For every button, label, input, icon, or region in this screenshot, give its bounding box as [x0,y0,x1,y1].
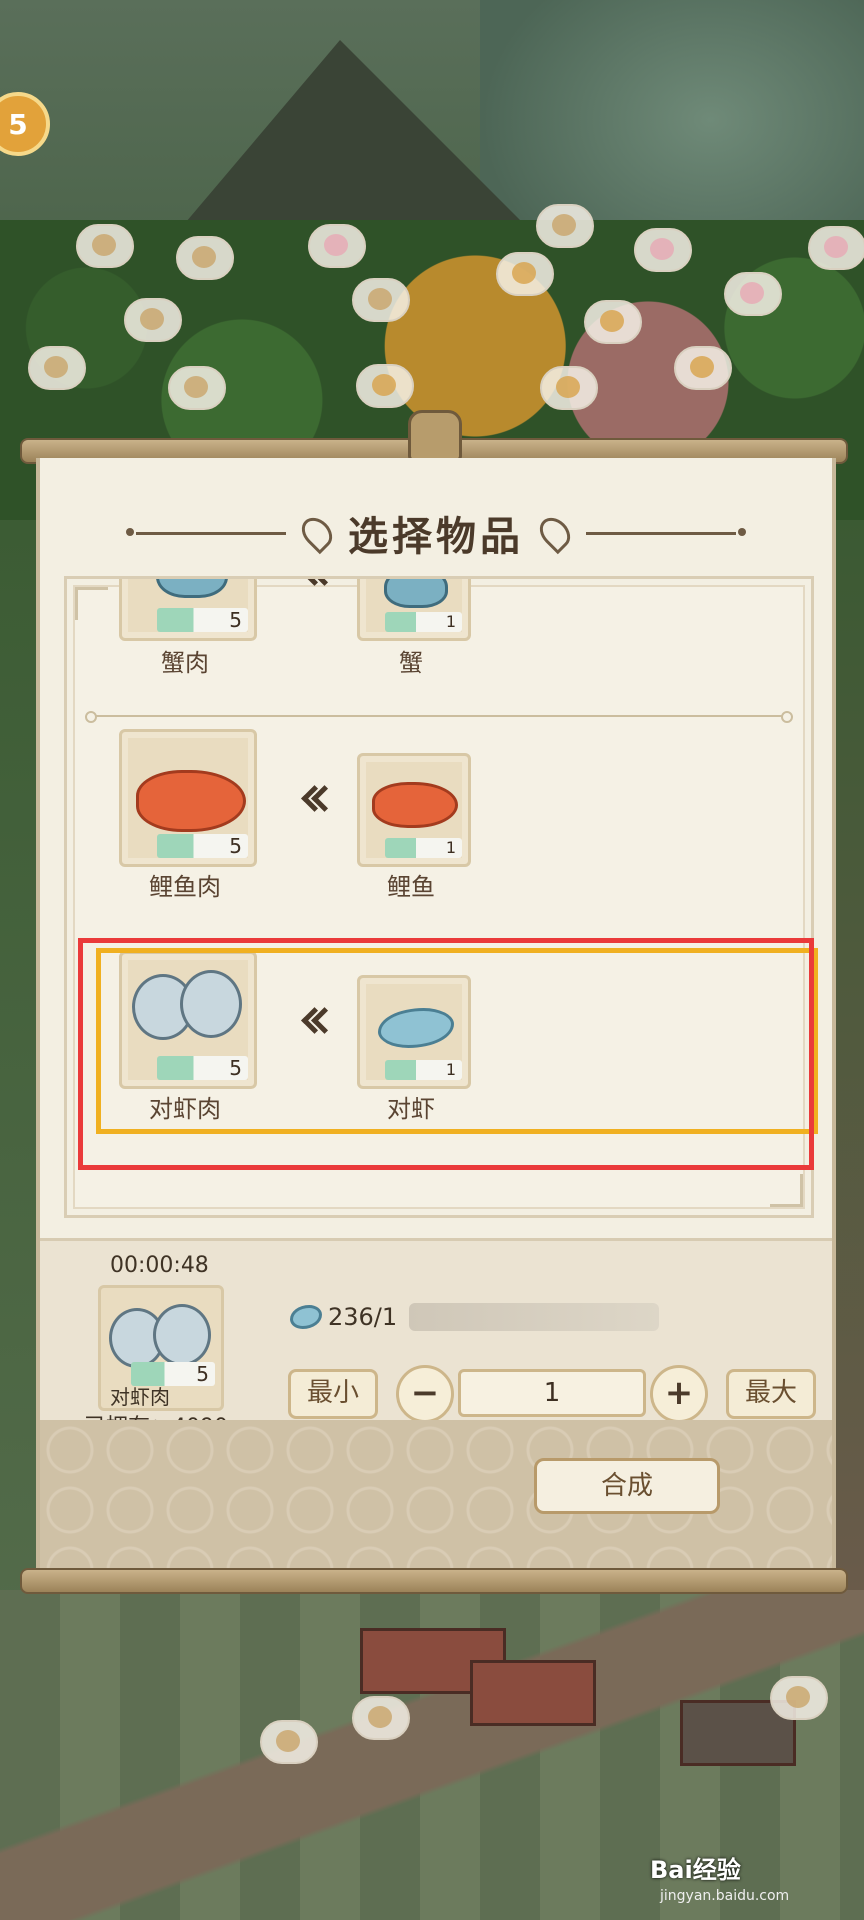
source-qty: 1 [385,612,462,632]
arrow-left-icon [299,783,327,811]
resource-bubble[interactable] [352,1696,410,1740]
craft-timer: 00:00:48 [110,1253,209,1278]
frame-corner-ornament [770,1174,803,1207]
min-button[interactable]: 最小 [288,1369,378,1419]
crab-meat-icon [156,579,228,598]
recipe-row[interactable]: 5 1 鲤鱼肉 鲤鱼 [67,729,811,929]
resource-bubble[interactable] [352,278,410,322]
product-name: 蟹肉 [161,649,209,677]
watermark-brand: Bai经验 [650,1856,741,1884]
resource-bubble[interactable] [770,1676,828,1720]
source-slot[interactable]: 1 [357,753,471,867]
requirement: 236/1 [290,1303,660,1331]
source-qty: 1 [385,838,462,858]
product-qty: 5 [156,834,248,858]
house-roof [470,1660,596,1726]
arrow-left-icon [299,579,327,585]
resource-bubble[interactable] [28,346,86,390]
product-name: 鲤鱼肉 [149,873,221,901]
resource-bubble[interactable] [168,366,226,410]
prawn-icon [290,1305,322,1329]
row-divider [85,711,793,723]
title-ornament-icon [295,511,339,555]
dialog-title-row: 选择物品 [40,498,832,568]
resource-bubble[interactable] [356,364,414,408]
craft-item-name: 对虾肉 [110,1385,170,1409]
title-ornament-line [586,527,746,536]
synthesize-button[interactable]: 合成 [534,1458,720,1514]
product-slot[interactable]: 5 [119,579,257,641]
product-slot[interactable]: 5 [119,729,257,867]
title-ornament-line [126,527,286,536]
resource-bubble[interactable] [76,224,134,268]
prawn-meat-icon [153,1304,211,1366]
map-edge-left [0,520,40,1620]
craft-panel: 00:00:48 5 对虾肉 已拥有：4090 236/1 最小 − 1 + 最… [40,1238,832,1440]
resource-bubble[interactable] [540,366,598,410]
blurred-region [409,1303,660,1331]
dialog-title: 选择物品 [348,514,524,560]
resource-bubble[interactable] [260,1720,318,1764]
resource-bubble[interactable] [724,272,782,316]
source-slot[interactable]: 1 [357,579,471,641]
watermark-url: jingyan.baidu.com [660,1888,790,1904]
crab-icon [384,579,448,608]
resource-bubble[interactable] [634,228,692,272]
requirement-count: 236/1 [328,1303,398,1331]
resource-bubble[interactable] [584,300,642,344]
source-name: 鲤鱼 [387,873,435,901]
resource-bubble[interactable] [176,236,234,280]
resource-bubble[interactable] [496,252,554,296]
title-ornament-icon [533,511,577,555]
increase-button[interactable]: + [650,1365,708,1423]
resource-bubble[interactable] [808,226,864,270]
resource-bubble[interactable] [536,204,594,248]
recipe-row[interactable]: 5 1 蟹肉 蟹 [67,579,811,677]
scroll-knot [408,410,462,462]
resource-bubble[interactable] [124,298,182,342]
resource-bubble[interactable] [308,224,366,268]
product-qty: 5 [156,608,248,632]
scroll-bottom-rod [20,1568,848,1594]
carp-icon [372,782,458,828]
quantity-field[interactable]: 1 [458,1369,646,1417]
resource-bubble[interactable] [674,346,732,390]
decrease-button[interactable]: − [396,1365,454,1423]
carp-meat-icon [136,770,246,832]
max-button[interactable]: 最大 [726,1369,816,1419]
source-name: 蟹 [399,649,423,677]
red-annotation-box [78,938,814,1170]
